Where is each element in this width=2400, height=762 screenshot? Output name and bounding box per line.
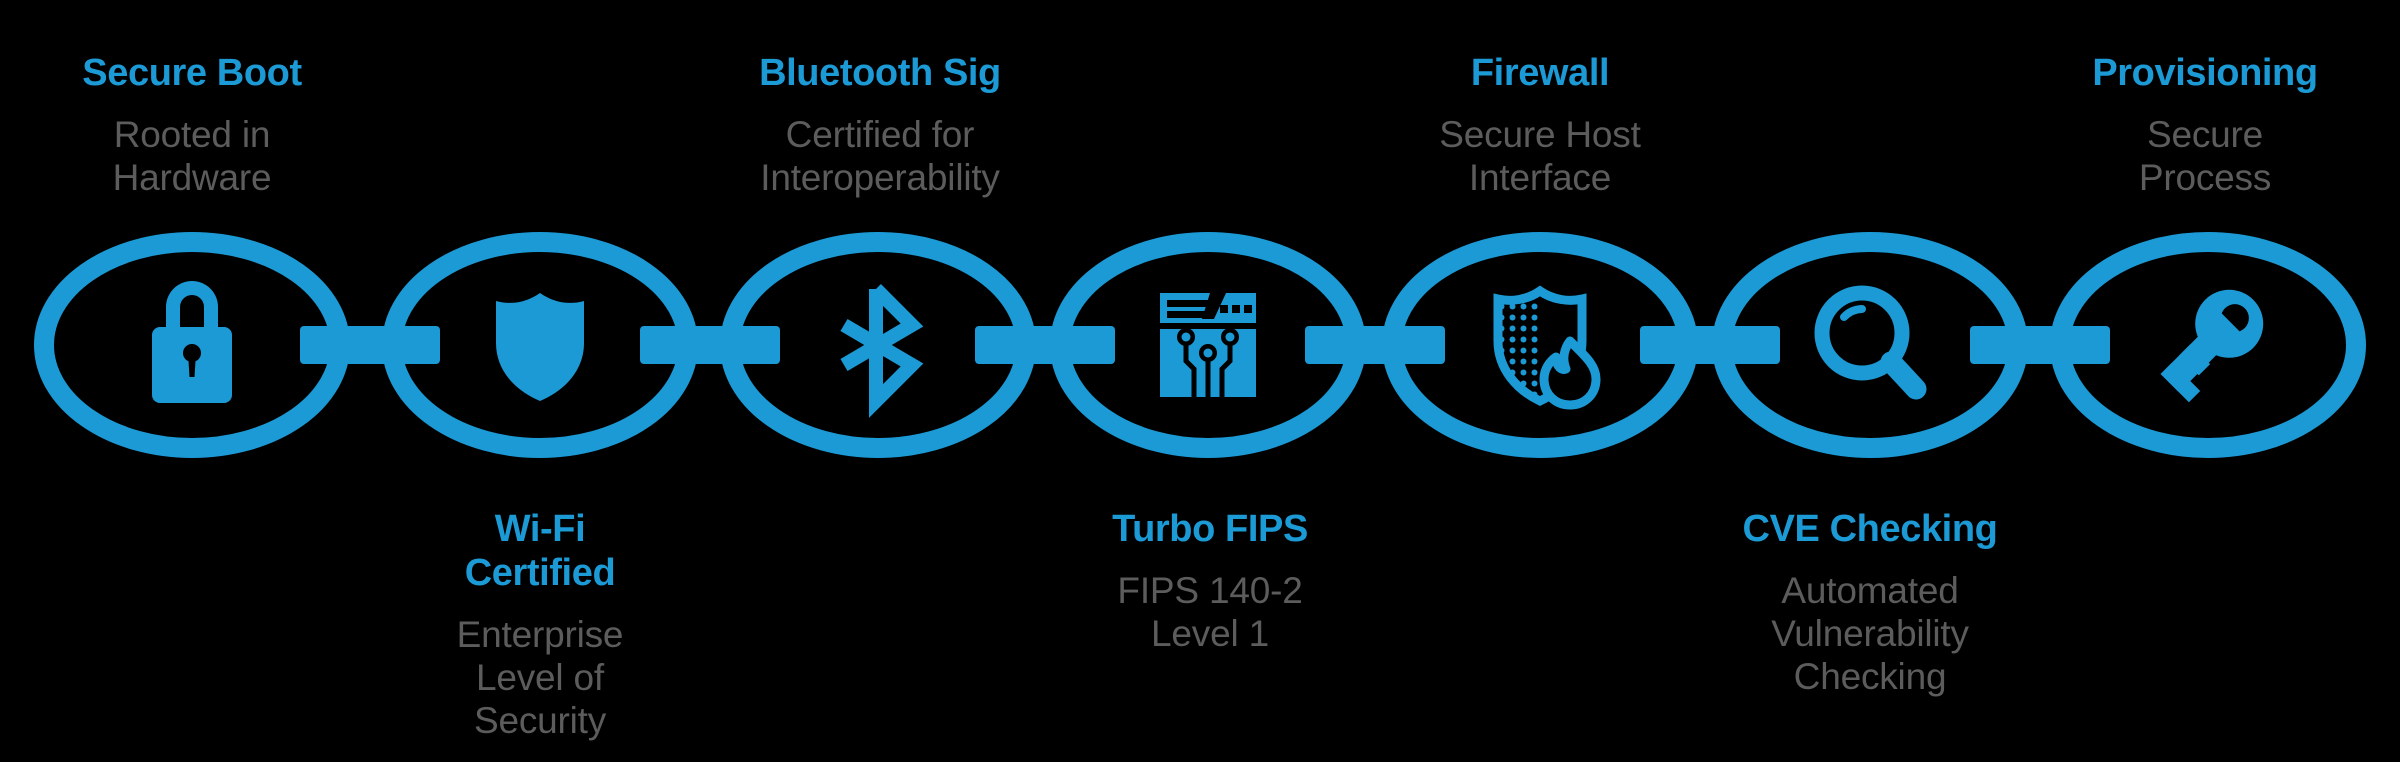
label-subtitle-wifi-certified: Enterprise Level of Security <box>456 614 624 742</box>
label-title-turbo-fips: Turbo FIPS <box>1112 507 1308 550</box>
magnifying-glass-icon <box>1814 285 1927 400</box>
label-wifi-certified: Wi-Fi Certified Enterprise Level of Secu… <box>370 488 710 762</box>
chain-connectors <box>300 326 2110 364</box>
label-subtitle-turbo-fips: FIPS 140-2 Level 1 <box>1117 570 1303 655</box>
label-title-firewall: Firewall <box>1470 51 1610 94</box>
label-secure-boot: Secure Boot Rooted in Hardware <box>22 32 362 219</box>
key-icon <box>2160 289 2264 403</box>
label-cve-checking: CVE Checking Automated Vulnerability Che… <box>1700 488 2040 717</box>
label-firewall: Firewall Secure Host Interface <box>1370 32 1710 219</box>
label-title-bluetooth-sig: Bluetooth Sig <box>759 51 1001 94</box>
shield-flame-icon <box>1493 285 1601 410</box>
connector-4-5 <box>1305 326 1445 364</box>
label-title-secure-boot: Secure Boot <box>82 51 302 94</box>
connector-2-3 <box>640 326 780 364</box>
connector-6-7 <box>1970 326 2110 364</box>
label-subtitle-cve-checking: Automated Vulnerability Checking <box>1771 570 1969 697</box>
label-subtitle-firewall: Secure Host Interface <box>1439 114 1641 199</box>
label-subtitle-bluetooth-sig: Certified for Interoperability <box>760 114 1000 199</box>
ring-7-provisioning[interactable] <box>2050 232 2366 458</box>
lock-icon <box>152 281 232 403</box>
bluetooth-icon <box>840 284 924 418</box>
label-bluetooth-sig: Bluetooth Sig Certified for Interoperabi… <box>705 32 1055 219</box>
label-subtitle-provisioning: Secure Process <box>2138 114 2272 199</box>
label-subtitle-secure-boot: Rooted in Hardware <box>112 114 272 199</box>
label-title-provisioning: Provisioning <box>2092 51 2318 94</box>
circuit-window-icon <box>1160 293 1256 397</box>
label-provisioning: Provisioning Secure Process <box>2035 32 2375 219</box>
connector-5-6 <box>1640 326 1780 364</box>
infographic-canvas: Secure Boot Rooted in Hardware Bluetooth… <box>0 0 2400 750</box>
ring-4-turbo-fips[interactable] <box>1050 232 1366 458</box>
label-title-cve-checking: CVE Checking <box>1742 507 1998 550</box>
label-turbo-fips: Turbo FIPS FIPS 140-2 Level 1 <box>1040 488 1380 675</box>
ring-3-bluetooth-sig[interactable] <box>720 232 1036 458</box>
ring-1-secure-boot[interactable] <box>34 232 350 458</box>
chain-rings <box>34 232 2366 458</box>
ring-5-firewall[interactable] <box>1382 232 1698 458</box>
label-title-wifi-certified: Wi-Fi Certified <box>464 507 616 594</box>
connector-3-4 <box>975 326 1115 364</box>
ring-2-wifi-certified[interactable] <box>382 232 698 458</box>
connector-1-2 <box>300 326 440 364</box>
shield-icon <box>496 293 584 401</box>
ring-6-cve-checking[interactable] <box>1712 232 2028 458</box>
